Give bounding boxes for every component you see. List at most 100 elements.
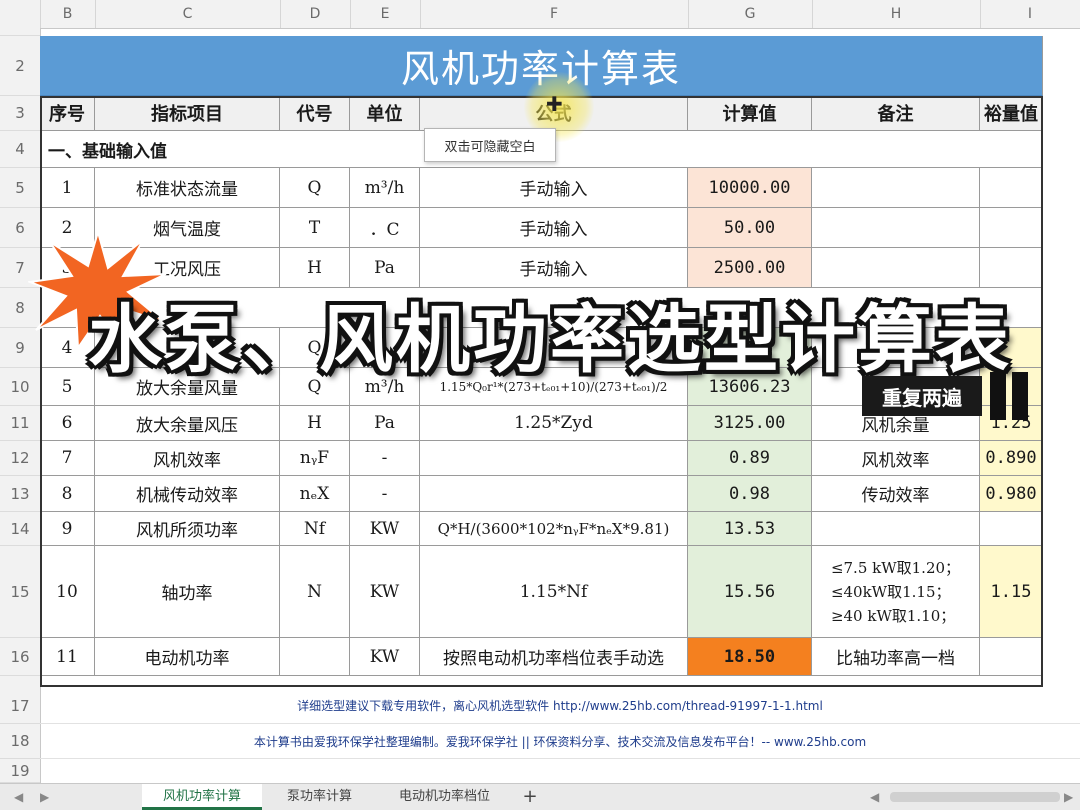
row-header-3[interactable]: 3 <box>0 96 40 131</box>
header-margin[interactable]: 裕量值 <box>980 96 1043 131</box>
cell-formula[interactable]: 手动输入 <box>420 208 688 248</box>
cell-code[interactable]: Nf <box>280 512 350 546</box>
cell-unit[interactable]: KW <box>350 546 420 638</box>
column-header-b[interactable]: B <box>40 0 96 28</box>
column-header-i[interactable]: I <box>980 0 1080 28</box>
add-sheet-button[interactable]: + <box>515 784 545 810</box>
column-header-d[interactable]: D <box>280 0 351 28</box>
note-compiled-by[interactable]: 本计算书由爱我环保学社整理编制。爱我环保学社 || 环保资料分享、技术交流及信息… <box>40 724 1080 759</box>
cell-remark[interactable] <box>812 208 980 248</box>
cell-seq[interactable]: 5 <box>40 368 95 406</box>
cell-remark[interactable]: 比轴功率高一档 <box>812 638 980 676</box>
cell-seq[interactable]: 7 <box>40 441 95 476</box>
row-header-13[interactable]: 13 <box>0 476 40 512</box>
cell-unit[interactable]: ．C <box>350 208 420 248</box>
cell-seq[interactable]: 1 <box>40 168 95 208</box>
cell-margin[interactable] <box>980 512 1043 546</box>
cell-formula[interactable] <box>420 441 688 476</box>
cell-margin[interactable]: 0.890 <box>980 441 1043 476</box>
cell-margin[interactable]: 1.15 <box>980 546 1043 638</box>
cell-remark[interactable] <box>812 512 980 546</box>
row-header-16[interactable]: 16 <box>0 638 40 676</box>
next-sheet-icon[interactable]: ▶ <box>40 784 49 810</box>
cell-code[interactable]: nₑX <box>280 476 350 512</box>
scroll-right-icon[interactable]: ▶ <box>1064 784 1073 810</box>
row-header-4[interactable]: 4 <box>0 131 40 168</box>
cell-remark[interactable] <box>812 168 980 208</box>
header-item[interactable]: 指标项目 <box>95 96 280 131</box>
row-header-18[interactable]: 18 <box>0 724 40 759</box>
cell-remark-multiline[interactable]: ≤7.5 kW取1.20； ≤40kW取1.15； ≥40 kW取1.10； <box>812 546 980 638</box>
cell-item[interactable]: 轴功率 <box>95 546 280 638</box>
cell-remark[interactable]: 传动效率 <box>812 476 980 512</box>
cell-formula[interactable]: 1.25*Zyd <box>420 406 688 441</box>
cell-seq[interactable]: 11 <box>40 638 95 676</box>
cell-code[interactable]: Q <box>280 168 350 208</box>
row-header-1[interactable] <box>0 28 40 36</box>
cell-unit[interactable]: Pa <box>350 406 420 441</box>
column-header-e[interactable]: E <box>350 0 421 28</box>
cell-remark[interactable]: 风机效率 <box>812 441 980 476</box>
cell-calc-input[interactable]: 50.00 <box>688 208 812 248</box>
cell-code[interactable]: H <box>280 406 350 441</box>
cell-calc-input[interactable]: 10000.00 <box>688 168 812 208</box>
cell-unit[interactable]: KW <box>350 512 420 546</box>
row-header-5[interactable]: 5 <box>0 168 40 208</box>
cell-formula[interactable]: Q*H/(3600*102*nᵧF*nₑX*9.81) <box>420 512 688 546</box>
cell-item[interactable]: 机械传动效率 <box>95 476 280 512</box>
cell-seq[interactable]: 8 <box>40 476 95 512</box>
cell-unit[interactable]: - <box>350 476 420 512</box>
select-all-corner[interactable] <box>0 0 41 28</box>
cell-unit[interactable]: - <box>350 441 420 476</box>
horizontal-scrollbar[interactable] <box>890 792 1060 802</box>
cell-calc[interactable]: 3125.00 <box>688 406 812 441</box>
cell-code[interactable]: nᵧF <box>280 441 350 476</box>
note-software-link[interactable]: 详细选型建议下载专用软件，离心风机选型软件 http://www.25hb.co… <box>40 688 1080 724</box>
header-calc[interactable]: 计算值 <box>688 96 812 131</box>
cell-code[interactable]: N <box>280 546 350 638</box>
cell-seq[interactable]: 6 <box>40 406 95 441</box>
row-header-11[interactable]: 11 <box>0 406 40 441</box>
cell-formula[interactable]: 手动输入 <box>420 168 688 208</box>
header-code[interactable]: 代号 <box>280 96 350 131</box>
row-header-10[interactable]: 10 <box>0 368 40 406</box>
tab-motor-power-levels[interactable]: 电动机功率档位 <box>377 784 512 810</box>
cell-code[interactable] <box>280 638 350 676</box>
column-header-h[interactable]: H <box>812 0 981 28</box>
cell-calc-result[interactable]: 18.50 <box>688 638 812 676</box>
cell-item[interactable]: 标准状态流量 <box>95 168 280 208</box>
row-header-19[interactable]: 19 <box>0 759 40 783</box>
scroll-left-icon[interactable]: ◀ <box>870 784 879 810</box>
cell-unit[interactable]: KW <box>350 638 420 676</box>
column-header-c[interactable]: C <box>95 0 281 28</box>
cell-margin[interactable] <box>980 168 1043 208</box>
row-header-15[interactable]: 15 <box>0 546 40 638</box>
cell-code[interactable]: T <box>280 208 350 248</box>
row-header-2[interactable]: 2 <box>0 36 40 96</box>
row-header-17[interactable]: 17 <box>0 688 40 724</box>
cell-margin[interactable] <box>980 208 1043 248</box>
cell-calc[interactable]: 15.56 <box>688 546 812 638</box>
header-remark[interactable]: 备注 <box>812 96 980 131</box>
cell-unit[interactable]: m³/h <box>350 168 420 208</box>
header-unit[interactable]: 单位 <box>350 96 420 131</box>
cell-calc[interactable]: 13.53 <box>688 512 812 546</box>
cell-calc[interactable]: 0.89 <box>688 441 812 476</box>
cell-formula[interactable] <box>420 476 688 512</box>
cell-item[interactable]: 电动机功率 <box>95 638 280 676</box>
column-header-f[interactable]: F <box>420 0 689 28</box>
cell-item[interactable]: 风机效率 <box>95 441 280 476</box>
row-header-12[interactable]: 12 <box>0 441 40 476</box>
row-header-14[interactable]: 14 <box>0 512 40 546</box>
cell-formula[interactable]: 1.15*Nf <box>420 546 688 638</box>
cell-seq[interactable]: 9 <box>40 512 95 546</box>
tab-pump-power[interactable]: 泵功率计算 <box>262 784 377 810</box>
cell-item[interactable]: 风机所须功率 <box>95 512 280 546</box>
tab-fan-power[interactable]: 风机功率计算 <box>142 784 262 810</box>
cell-margin[interactable] <box>980 638 1043 676</box>
column-header-g[interactable]: G <box>688 0 813 28</box>
cell-seq[interactable]: 10 <box>40 546 95 638</box>
cell-calc[interactable]: 0.98 <box>688 476 812 512</box>
header-seq[interactable]: 序号 <box>40 96 95 131</box>
prev-sheet-icon[interactable]: ◀ <box>14 784 23 810</box>
